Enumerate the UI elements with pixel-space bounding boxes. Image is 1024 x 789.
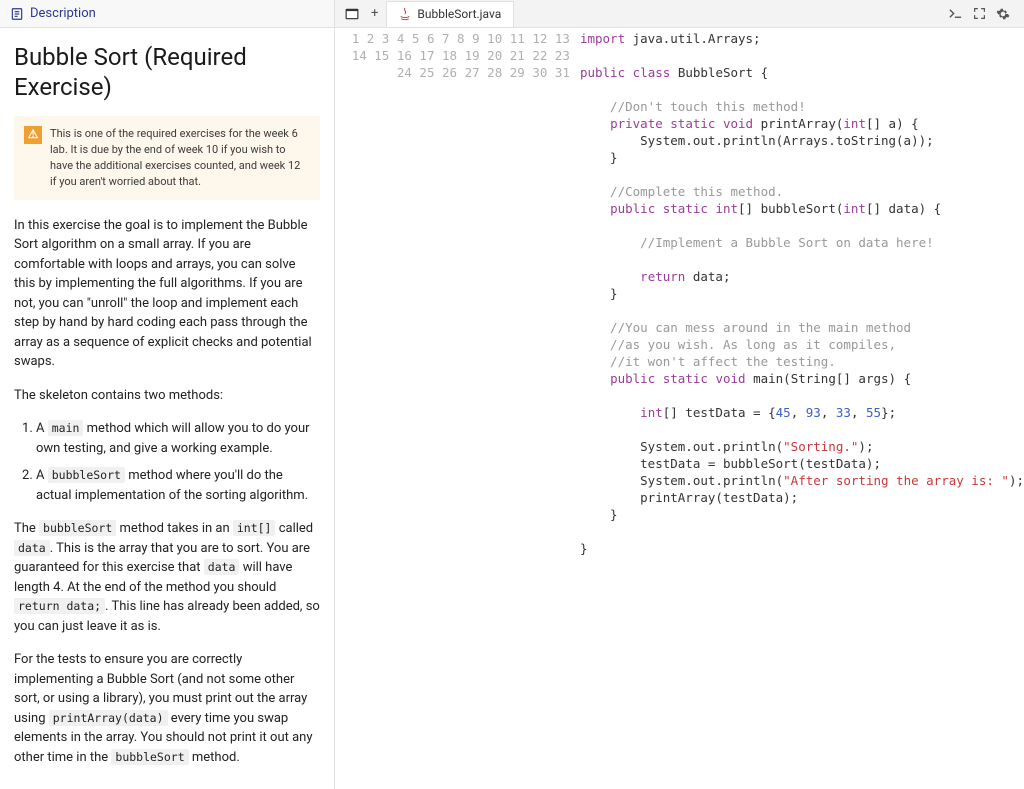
fullscreen-icon[interactable] xyxy=(973,6,986,21)
line-gutter: 1 2 3 4 5 6 7 8 9 10 11 12 13 14 15 16 1… xyxy=(335,30,580,789)
plus-icon[interactable]: + xyxy=(367,6,382,21)
tab-label: BubbleSort.java xyxy=(417,7,501,21)
editor-panel: + BubbleSort.java 1 2 3 4 5 6 7 8 9 10 1… xyxy=(335,0,1024,789)
description-icon xyxy=(10,7,24,21)
tab-active[interactable]: BubbleSort.java xyxy=(386,1,514,27)
code-main: main xyxy=(48,420,84,436)
page-title: Bubble Sort (Required Exercise) xyxy=(14,42,320,102)
code-bubblesort: bubbleSort xyxy=(48,467,125,483)
skeleton-paragraph: The skeleton contains two methods: xyxy=(14,386,320,406)
description-panel: Description Bubble Sort (Required Exerci… xyxy=(0,0,335,789)
tab-bar: + BubbleSort.java xyxy=(335,0,1024,28)
code-content[interactable]: import java.util.Arrays; public class Bu… xyxy=(580,30,1024,789)
method-list: A main method which will allow you to do… xyxy=(14,419,320,505)
warning-callout: ⚠ This is one of the required exercises … xyxy=(14,116,320,200)
warning-icon: ⚠ xyxy=(24,126,42,144)
method-detail-paragraph: The bubbleSort method takes in an int[] … xyxy=(14,519,320,636)
warning-text: This is one of the required exercises fo… xyxy=(50,126,308,190)
terminal-icon[interactable] xyxy=(341,6,363,21)
description-header-label: Description xyxy=(30,6,96,21)
java-file-icon xyxy=(399,7,411,21)
console-icon[interactable] xyxy=(948,6,963,21)
description-header[interactable]: Description xyxy=(0,0,334,28)
test-note-paragraph: For the tests to ensure you are correctl… xyxy=(14,650,320,767)
description-body: Bubble Sort (Required Exercise) ⚠ This i… xyxy=(0,28,334,789)
list-item: A main method which will allow you to do… xyxy=(36,419,320,458)
intro-paragraph: In this exercise the goal is to implemen… xyxy=(14,216,320,372)
gear-icon[interactable] xyxy=(996,6,1010,21)
code-editor[interactable]: 1 2 3 4 5 6 7 8 9 10 11 12 13 14 15 16 1… xyxy=(335,28,1024,789)
list-item: A bubbleSort method where you'll do the … xyxy=(36,466,320,505)
